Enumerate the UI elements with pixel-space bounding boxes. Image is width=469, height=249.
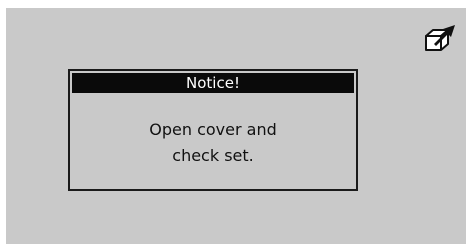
notice-message-line-2: check set. xyxy=(172,146,254,165)
notice-dialog: Notice! Open cover and check set. xyxy=(68,69,358,191)
device-screen: Notice! Open cover and check set. xyxy=(6,8,466,244)
notice-title: Notice! xyxy=(72,73,354,93)
eject-tray-icon xyxy=(424,22,458,52)
notice-message-line-1: Open cover and xyxy=(149,120,277,139)
notice-message: Open cover and check set. xyxy=(74,117,352,169)
